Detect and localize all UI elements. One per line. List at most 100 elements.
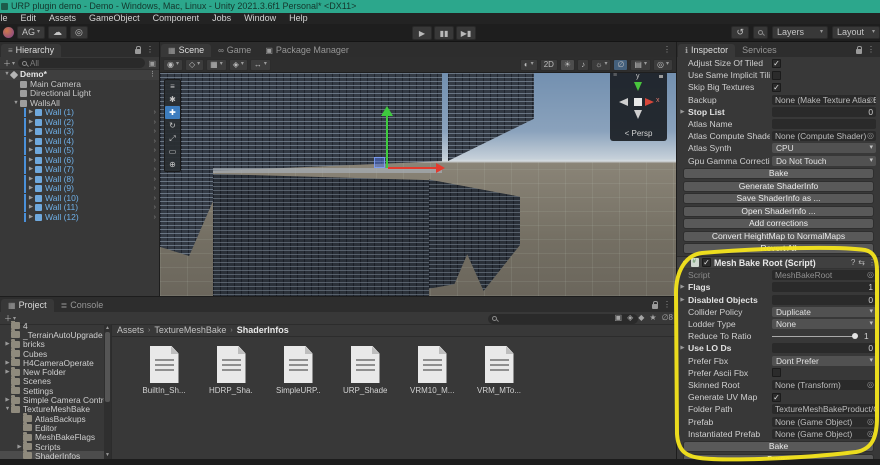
scrollbar-thumb[interactable] [105,332,110,402]
menu-file[interactable]: File [0,13,8,24]
folder-bricks[interactable]: ▶ bricks [0,338,104,349]
use-lo-ds-number-field[interactable]: 0 [772,343,876,354]
asset-hdrp-sha[interactable]: HDRP_Sha... [209,346,253,395]
hierarchy-row-wall-8[interactable]: ▶ Wall (8) › [0,174,159,185]
menu-icon[interactable]: ≡ [165,80,180,93]
folder-atlasbackups[interactable]: AtlasBackups [0,413,104,424]
search-by-type-icon[interactable]: ▣ [148,59,156,68]
create-dropdown[interactable]: ＋ ▾ [3,58,15,69]
lighting-toggle-button[interactable]: ☀ [559,58,576,71]
folder-settings[interactable]: Settings [0,385,104,396]
adjust-size-of-tiled-checkbox[interactable]: ✓ [772,58,781,68]
generate-uv-map-checkbox[interactable]: ✓ [772,392,781,402]
favorites-icon[interactable]: ★ [649,313,656,322]
hierarchy-row-wall-10[interactable]: ▶ Wall (10) › [0,193,159,204]
hierarchy-row-wall-6[interactable]: ▶ Wall (6) › [0,155,159,166]
tab-project[interactable]: ▦ Project [1,299,54,312]
kebab-menu-icon[interactable]: ⋮ [867,45,875,54]
kebab-menu-icon[interactable]: ⋮ [149,70,159,79]
account-dropdown[interactable]: AG ▾ [17,26,46,39]
scroll-down-icon[interactable]: ▼ [104,452,111,458]
help-icon[interactable]: ? [851,258,855,267]
chevron-right-icon[interactable]: › [154,203,159,212]
rotate-tool-button[interactable]: ↻ [165,119,180,132]
foldout-caret[interactable]: ▶ [27,184,35,193]
gizmos-toggle-button[interactable]: ◎ ▾ [653,58,673,71]
tab-hierarchy[interactable]: ≡ Hierarchy [1,44,62,57]
reduce-to-ratio-slider[interactable] [772,333,858,340]
gizmos-3d-icons-button[interactable]: ◇ ▾ [185,58,205,71]
atlas-synth-dropdown[interactable]: CPU [772,143,876,154]
foldout-caret[interactable]: ▶ [4,341,11,347]
axis-left-cone[interactable] [619,98,628,106]
perspective-toggle[interactable]: < Persp [610,129,667,138]
2d-toggle-button[interactable]: 2D [539,58,558,71]
skinned-root-object-field[interactable]: None (Transform) [772,379,876,390]
foldout-caret[interactable]: ▶ [27,127,35,136]
kebab-menu-icon[interactable]: ⋮ [663,45,671,54]
asset-vrm-mto[interactable]: VRM_MTo... [477,346,521,395]
chevron-right-icon[interactable]: › [154,118,159,127]
atlas-convert-heightmap-to-normalmaps-button[interactable]: Convert HeightMap to NormalMaps [683,230,874,242]
axis-y-cone[interactable] [634,82,642,91]
chevron-right-icon[interactable]: › [154,175,159,184]
hierarchy-row-wall-12[interactable]: ▶ Wall (12) › [0,212,159,223]
axis-bottom-cone[interactable] [634,110,642,119]
tab-services[interactable]: Services [735,44,784,57]
transform-tool-button[interactable]: ⊕ [165,158,180,171]
menu-jobs[interactable]: Jobs [212,13,231,24]
wall-mesh-lower-center[interactable] [213,174,429,296]
kebab-menu-icon[interactable]: ⋮ [868,258,876,267]
use-same-implicit-tili-checkbox[interactable] [772,70,781,80]
chevron-right-icon[interactable]: › [154,213,159,222]
folder-simple-camera-controller[interactable]: ▶Simple Camera Controller [0,394,104,405]
tab-console[interactable]: ≣ Console [54,299,111,312]
meshbake-bake-button[interactable]: Bake [683,441,874,453]
hierarchy-row-wall-7[interactable]: ▶ Wall (7) › [0,165,159,175]
menu-edit[interactable]: Edit [21,13,37,24]
snap-settings-button[interactable]: ◈ ▾ [228,58,248,71]
tab-package-manager[interactable]: ▣ Package Manager [258,44,356,57]
menu-component[interactable]: Component [153,13,200,24]
scroll-up-icon[interactable]: ▲ [104,325,111,331]
foldout-caret[interactable]: ▶ [27,213,35,222]
search-by-type-icon[interactable]: ▣ [615,313,623,322]
tab-scene[interactable]: ▦ Scene [161,44,212,57]
foldout-caret[interactable]: ▶ [679,345,686,351]
step-button[interactable]: ▶▮ [456,26,476,40]
foldout-caret[interactable]: ▶ [16,444,23,450]
foldout-caret[interactable]: ▶ [4,397,11,403]
scene-viewport[interactable]: ≡ ✱ ✚ ↻ ⤢ ▭ ⊕ ≡ y x < Persp [160,73,676,296]
hierarchy-search-input[interactable]: All [18,58,146,68]
effects-toggle-button[interactable]: ☼ ▾ [591,58,612,71]
disabled-objects-number-field[interactable]: 0 [772,294,876,305]
search-by-import-icon[interactable]: ◈ [627,313,633,322]
folder-terrainautoupgrade[interactable]: _TerrainAutoUpgrade [0,329,104,340]
lock-icon[interactable] [135,45,141,54]
breadcrumb-assets[interactable]: Assets [117,325,144,335]
foldout-caret[interactable]: ▶ [27,165,35,174]
slider-knob[interactable] [852,333,858,340]
prefer-ascii-fbx-checkbox[interactable] [772,368,781,378]
hierarchy-row-wall-3[interactable]: ▶ Wall (3) › [0,127,159,137]
folder-4[interactable]: 4 [0,321,104,331]
chevron-right-icon[interactable]: › [154,127,159,136]
chevron-right-icon[interactable]: › [154,184,159,193]
foldout-caret[interactable]: ▼ [4,406,11,412]
kebab-menu-icon[interactable]: ⋮ [663,300,671,309]
global-search-button[interactable] [753,26,768,39]
cloud-button[interactable]: ☁ [48,26,68,39]
scene-visibility-button[interactable]: ∅ [613,58,629,71]
atlas-name-text-field[interactable] [772,119,876,130]
hierarchy-row-directional-light[interactable]: Directional Light [0,89,159,99]
search-by-label-icon[interactable]: ◆ [638,313,644,322]
collider-policy-dropdown[interactable]: Duplicate [772,306,876,317]
folder-h4cameraoperate[interactable]: ▶ H4CameraOperate [0,357,104,368]
camera-overlay-button[interactable]: ▤ ▾ [630,58,651,71]
tab-inspector[interactable]: ℹ Inspector [678,44,736,57]
chevron-right-icon[interactable]: › [154,165,159,174]
chevron-right-icon[interactable]: › [154,108,159,117]
component-header-mesh-bake-root[interactable]: ▼ ✓ Mesh Bake Root (Script) ? ⇆ ⋮ [677,256,880,270]
audio-toggle-button[interactable]: ♪ [577,58,590,71]
component-enabled-checkbox[interactable]: ✓ [702,258,711,268]
